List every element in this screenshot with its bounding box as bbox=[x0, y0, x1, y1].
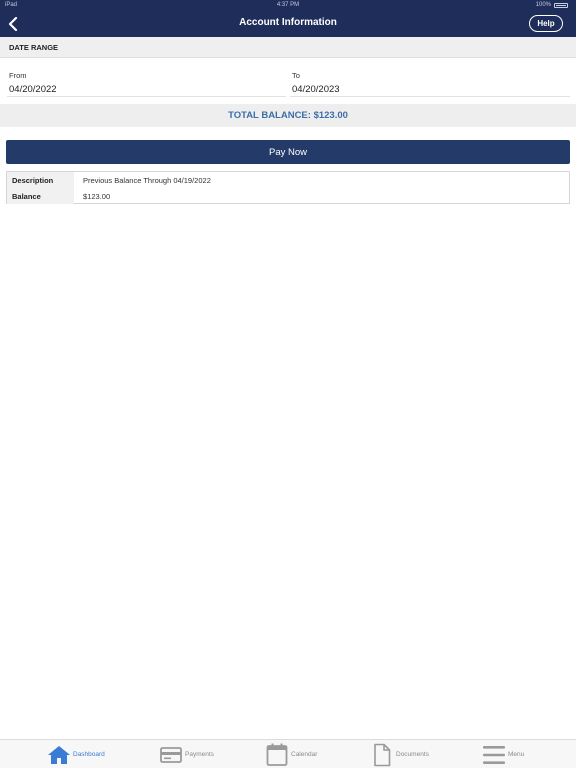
tab-documents[interactable]: Documents bbox=[370, 740, 429, 768]
tab-label-payments: Payments bbox=[185, 751, 214, 758]
from-label: From bbox=[9, 71, 27, 80]
tab-label-menu: Menu bbox=[508, 751, 525, 758]
balance-label: Balance bbox=[7, 188, 74, 204]
table-row: Description Previous Balance Through 04/… bbox=[7, 172, 569, 188]
home-icon bbox=[47, 743, 71, 767]
card-icon bbox=[159, 743, 183, 767]
menu-icon bbox=[482, 743, 506, 767]
tab-payments[interactable]: Payments bbox=[159, 740, 214, 768]
date-range-label: DATE RANGE bbox=[9, 43, 59, 52]
document-icon bbox=[370, 743, 394, 767]
help-button[interactable]: Help bbox=[529, 15, 563, 32]
total-balance-bar: TOTAL BALANCE: $123.00 bbox=[0, 104, 576, 127]
balance-details-table: Description Previous Balance Through 04/… bbox=[6, 171, 570, 204]
table-row: Balance $123.00 bbox=[7, 188, 569, 204]
from-date-input[interactable] bbox=[7, 82, 286, 97]
date-range-header: DATE RANGE bbox=[0, 37, 576, 58]
page-title: Account Information bbox=[239, 17, 337, 28]
battery-percent: 100% bbox=[535, 2, 551, 8]
description-label: Description bbox=[7, 172, 74, 188]
tab-dashboard[interactable]: Dashboard bbox=[47, 740, 105, 768]
nav-header: iPad 4:37 PM 100% Account Information He… bbox=[0, 0, 576, 37]
pay-now-button[interactable]: Pay Now bbox=[6, 140, 570, 164]
battery-fill bbox=[556, 4, 566, 6]
to-label: To bbox=[292, 71, 300, 80]
tab-label-dashboard: Dashboard bbox=[73, 751, 105, 758]
balance-value: $123.00 bbox=[83, 191, 111, 201]
tab-menu[interactable]: Menu bbox=[482, 740, 524, 768]
status-battery: 100% bbox=[536, 2, 568, 8]
tab-bar: Dashboard Payments Calendar Documents Me… bbox=[0, 739, 576, 768]
tab-calendar[interactable]: Calendar bbox=[265, 740, 317, 768]
status-time: 4:37 PM bbox=[276, 2, 300, 8]
status-bar: iPad 4:37 PM 100% bbox=[0, 0, 576, 10]
tab-label-calendar: Calendar bbox=[291, 751, 318, 758]
tab-label-documents: Documents bbox=[396, 751, 429, 758]
description-value: Previous Balance Through 04/19/2022 bbox=[83, 175, 211, 185]
total-balance: TOTAL BALANCE: $123.00 bbox=[228, 110, 348, 121]
calendar-icon bbox=[265, 743, 289, 767]
to-date-input[interactable] bbox=[290, 82, 570, 97]
battery-icon bbox=[554, 2, 568, 8]
